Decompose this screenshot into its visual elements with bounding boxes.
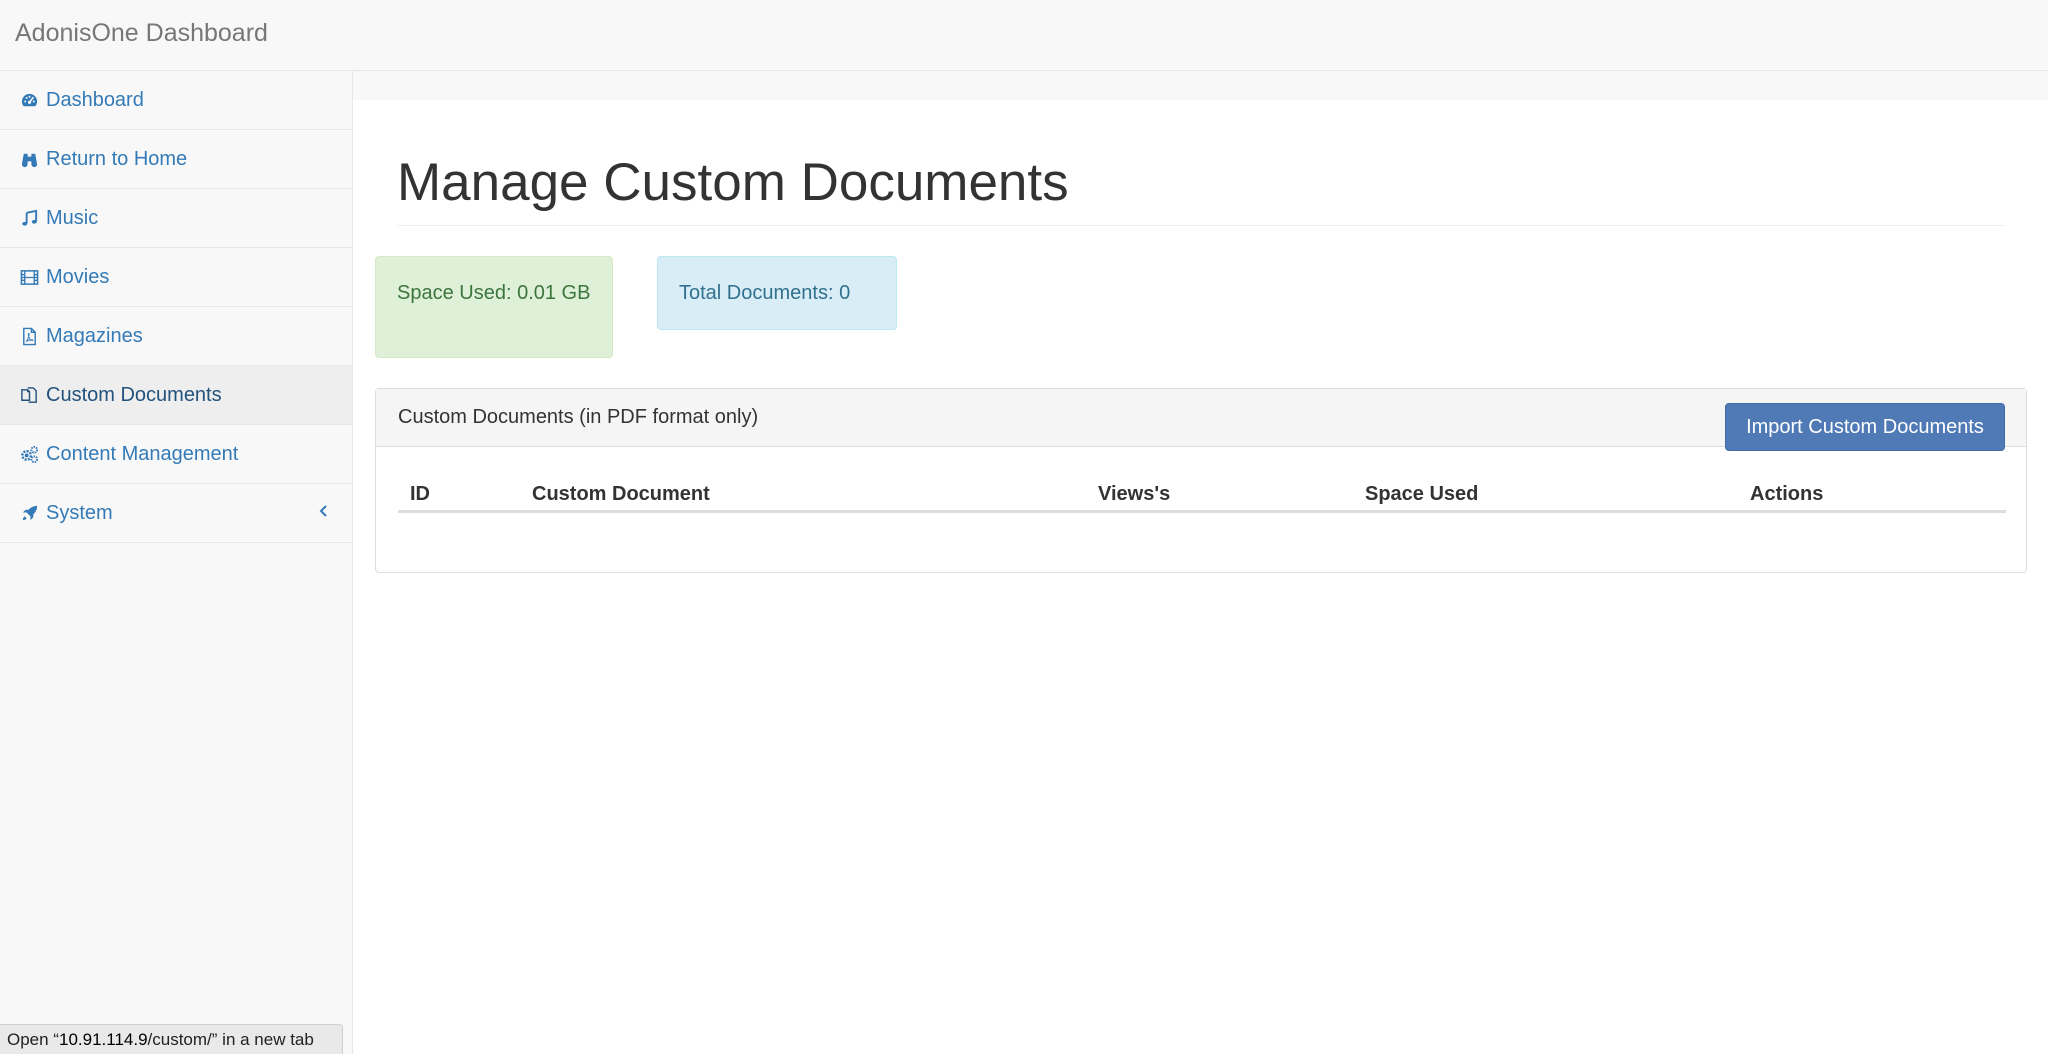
music-note-icon bbox=[19, 208, 39, 228]
import-custom-documents-button[interactable]: Import Custom Documents bbox=[1725, 403, 2005, 451]
brand-title[interactable]: AdonisOne Dashboard bbox=[15, 19, 268, 48]
page-title: Manage Custom Documents bbox=[397, 153, 1069, 212]
column-header-actions[interactable]: Actions bbox=[1750, 483, 1823, 506]
link-status-bar: Open “10.91.114.9/custom/” in a new tab bbox=[0, 1024, 343, 1054]
sidebar-item-label: Magazines bbox=[46, 324, 143, 347]
binoculars-icon bbox=[19, 149, 39, 169]
rocket-icon bbox=[19, 503, 39, 523]
total-documents-alert: Total Documents: 0 bbox=[657, 256, 897, 330]
sidebar-item-music[interactable]: Music bbox=[0, 189, 352, 248]
film-icon bbox=[19, 267, 39, 287]
sidebar-item-label: System bbox=[46, 501, 113, 524]
sidebar-item-label: Music bbox=[46, 206, 99, 229]
gears-icon bbox=[19, 444, 39, 464]
sidebar-item-content-management[interactable]: Content Management bbox=[0, 425, 352, 484]
main-content: Manage Custom Documents Space Used: 0.01… bbox=[353, 100, 2048, 1054]
panel-heading: Custom Documents (in PDF format only) Im… bbox=[376, 389, 2026, 451]
sidebar-item-magazines[interactable]: Magazines bbox=[0, 307, 352, 366]
top-navbar: AdonisOne Dashboard bbox=[0, 0, 2048, 71]
sidebar-item-label: Return to Home bbox=[46, 147, 188, 170]
status-prefix: Open “ bbox=[7, 1030, 59, 1049]
pdf-file-icon bbox=[19, 326, 39, 346]
sidebar-item-label: Movies bbox=[46, 265, 110, 288]
column-header-id[interactable]: ID bbox=[410, 483, 430, 506]
custom-documents-panel: Custom Documents (in PDF format only) Im… bbox=[375, 388, 2027, 573]
copy-files-icon bbox=[19, 385, 39, 405]
dashboard-icon bbox=[19, 90, 39, 110]
sidebar-item-label: Dashboard bbox=[46, 88, 144, 111]
sidebar-item-system[interactable]: System bbox=[0, 484, 352, 543]
title-divider bbox=[397, 225, 2005, 226]
space-used-alert: Space Used: 0.01 GB bbox=[375, 256, 613, 358]
documents-table-header: ID Custom Document Views's Space Used Ac… bbox=[398, 479, 2006, 513]
column-header-views[interactable]: Views's bbox=[1098, 483, 1170, 506]
column-header-custom-document[interactable]: Custom Document bbox=[532, 483, 710, 506]
sidebar-item-label: Custom Documents bbox=[46, 383, 222, 406]
status-path: /custom/ bbox=[147, 1030, 212, 1049]
sidebar-item-custom-documents[interactable]: Custom Documents bbox=[0, 366, 352, 425]
sidebar-item-return-to-home[interactable]: Return to Home bbox=[0, 130, 352, 189]
status-suffix: ” in a new tab bbox=[211, 1030, 314, 1049]
column-header-space-used[interactable]: Space Used bbox=[1365, 483, 1478, 506]
sidebar-item-movies[interactable]: Movies bbox=[0, 248, 352, 307]
sidebar-item-label: Content Management bbox=[46, 442, 239, 465]
sidebar: Dashboard Return to Home Music Movies Ma… bbox=[0, 71, 353, 1054]
chevron-left-icon[interactable] bbox=[318, 501, 330, 521]
sidebar-item-dashboard[interactable]: Dashboard bbox=[0, 71, 352, 130]
panel-title: Custom Documents (in PDF format only) bbox=[398, 406, 759, 428]
status-host: 10.91.114.9 bbox=[58, 1030, 148, 1049]
